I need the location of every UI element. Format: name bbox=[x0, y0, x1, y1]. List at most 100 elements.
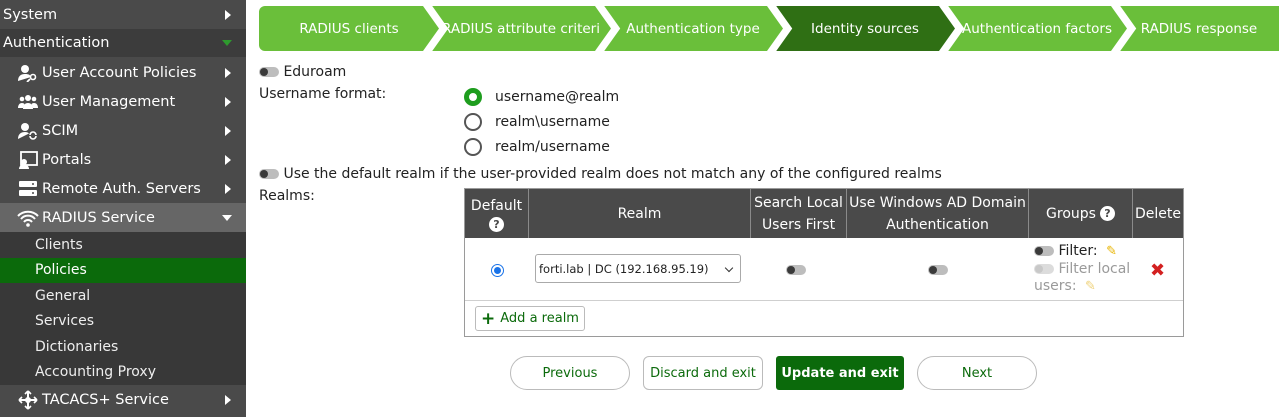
sidebar-item-radius-service[interactable]: RADIUS Service bbox=[0, 203, 246, 232]
sidebar-subitem-policies[interactable]: Policies bbox=[0, 257, 246, 283]
sidebar-subitem-services[interactable]: Services bbox=[0, 308, 246, 334]
sidebar-item-label: TACACS+ Service bbox=[42, 391, 169, 408]
wizard-step-label: Authentication type bbox=[626, 20, 760, 37]
sidebar-subitem-general[interactable]: General bbox=[0, 283, 246, 309]
column-header-label: Groups bbox=[1046, 205, 1096, 222]
update-button-label: Update and exit bbox=[781, 365, 899, 381]
sidebar-item-label: SCIM bbox=[42, 122, 79, 139]
realm-select-value: forti.lab | DC (192.168.95.19) bbox=[539, 261, 709, 276]
username-format-label: Username format: bbox=[259, 86, 387, 102]
sidebar-item-tacacs-service[interactable]: TACACS+ Service bbox=[0, 385, 246, 414]
sidebar-section-system[interactable]: System bbox=[0, 1, 246, 29]
server-icon bbox=[16, 179, 40, 199]
radio-unselected[interactable] bbox=[464, 113, 482, 131]
username-format-option-2[interactable]: realm\username bbox=[464, 113, 610, 131]
chevron-right-icon bbox=[225, 394, 231, 405]
sidebar-item-portals[interactable]: Portals bbox=[0, 145, 246, 174]
default-realm-radio[interactable] bbox=[491, 264, 504, 277]
default-realm-label: Use the default realm if the user-provid… bbox=[283, 166, 942, 182]
delete-icon[interactable]: ✖ bbox=[1150, 260, 1165, 281]
username-format-option-label: username@realm bbox=[495, 89, 620, 105]
column-header-search-local: Search Local Users First bbox=[751, 189, 847, 238]
column-header-realm: Realm bbox=[529, 189, 751, 238]
column-header-label: Search Local bbox=[754, 194, 843, 211]
eduroam-toggle[interactable] bbox=[259, 67, 279, 77]
wizard-step-label: Authentication factors bbox=[962, 20, 1112, 37]
column-header-windows-ad: Use Windows AD Domain Authentication bbox=[847, 189, 1029, 238]
sidebar-subitem-label: Policies bbox=[35, 262, 87, 279]
help-icon[interactable]: ? bbox=[489, 217, 504, 232]
chevron-right-icon bbox=[225, 125, 231, 136]
filter-line: Filter: ✎ bbox=[1034, 243, 1130, 261]
chevron-down-icon bbox=[724, 263, 734, 273]
next-button[interactable]: Next bbox=[917, 356, 1037, 390]
column-header-groups: Groups ? bbox=[1029, 189, 1133, 238]
add-realm-button[interactable]: + Add a realm bbox=[475, 306, 585, 331]
radio-unselected[interactable] bbox=[464, 138, 482, 156]
sidebar-item-user-account-policies[interactable]: User Account Policies bbox=[0, 58, 246, 87]
users-icon bbox=[16, 92, 40, 112]
discard-and-exit-button[interactable]: Discard and exit bbox=[643, 356, 763, 390]
pencil-icon[interactable]: ✎ bbox=[1106, 243, 1117, 261]
sidebar-item-label: User Management bbox=[42, 93, 176, 110]
realms-table: Default ? Realm Search Local Users First… bbox=[464, 188, 1184, 337]
wizard-step-label: RADIUS clients bbox=[299, 20, 399, 37]
chevron-right-icon bbox=[225, 67, 231, 78]
previous-button[interactable]: Previous bbox=[510, 356, 630, 390]
filter-local-line-2: users: ✎ bbox=[1034, 278, 1130, 296]
eduroam-option: Eduroam bbox=[259, 64, 346, 80]
sidebar-section-label: System bbox=[3, 7, 58, 23]
sidebar-item-remote-auth-servers[interactable]: Remote Auth. Servers bbox=[0, 174, 246, 203]
search-local-users-toggle[interactable] bbox=[786, 265, 806, 275]
username-format-option-3[interactable]: realm/username bbox=[464, 138, 610, 156]
filter-toggle[interactable] bbox=[1034, 246, 1054, 256]
user-key-icon bbox=[16, 63, 40, 83]
realm-select[interactable]: forti.lab | DC (192.168.95.19) bbox=[535, 254, 741, 283]
chevron-down-icon bbox=[222, 40, 232, 46]
filter-local-users-toggle[interactable] bbox=[1034, 263, 1054, 274]
wizard-step-authentication-type[interactable]: Authentication type bbox=[603, 6, 783, 51]
sidebar-subitem-label: Dictionaries bbox=[35, 338, 119, 355]
discard-button-label: Discard and exit bbox=[650, 365, 756, 381]
next-button-label: Next bbox=[961, 365, 993, 381]
sidebar-subitem-accounting-proxy[interactable]: Accounting Proxy bbox=[0, 359, 246, 385]
sidebar-subitem-clients[interactable]: Clients bbox=[0, 232, 246, 258]
filter-local-line: Filter local bbox=[1034, 261, 1130, 279]
default-realm-toggle[interactable] bbox=[259, 169, 279, 179]
sidebar-item-scim[interactable]: SCIM bbox=[0, 116, 246, 145]
sidebar-subitem-dictionaries[interactable]: Dictionaries bbox=[0, 334, 246, 360]
wizard-step-identity-sources[interactable]: Identity sources bbox=[775, 6, 955, 51]
column-header-delete: Delete bbox=[1133, 189, 1183, 238]
realms-label: Realms: bbox=[259, 188, 315, 204]
chevron-right-icon bbox=[225, 183, 231, 194]
sidebar-item-label: User Account Policies bbox=[42, 64, 197, 81]
sidebar-item-label: Portals bbox=[42, 151, 92, 168]
sidebar-subitem-label: General bbox=[35, 287, 91, 304]
windows-ad-auth-toggle[interactable] bbox=[928, 265, 948, 275]
wizard-step-radius-attribute-criteria[interactable]: RADIUS attribute criteri bbox=[431, 6, 611, 51]
portal-icon bbox=[16, 150, 40, 170]
username-format-option-1[interactable]: username@realm bbox=[464, 88, 619, 106]
sidebar-section-authentication[interactable]: Authentication bbox=[0, 29, 246, 57]
groups-cell: Filter: ✎ Filter local users: ✎ bbox=[1034, 243, 1130, 296]
column-header-label: Use Windows AD Domain bbox=[849, 194, 1026, 211]
update-and-exit-button[interactable]: Update and exit bbox=[776, 356, 904, 390]
chevron-right-icon bbox=[225, 96, 231, 107]
column-header-label: Users First bbox=[761, 216, 836, 233]
column-header-default: Default ? bbox=[465, 189, 529, 238]
wizard-steps: RADIUS clients RADIUS attribute criteri … bbox=[259, 6, 1279, 51]
user-sync-icon bbox=[16, 121, 40, 141]
sidebar-section-label: Authentication bbox=[3, 35, 110, 51]
wizard-step-authentication-factors[interactable]: Authentication factors bbox=[947, 6, 1127, 51]
wizard-step-label: Identity sources bbox=[811, 20, 919, 37]
radio-selected[interactable] bbox=[464, 88, 482, 106]
chevron-right-icon bbox=[225, 154, 231, 165]
sidebar-item-user-management[interactable]: User Management bbox=[0, 87, 246, 116]
wizard-step-radius-response[interactable]: RADIUS response bbox=[1119, 6, 1279, 51]
pencil-icon[interactable]: ✎ bbox=[1085, 278, 1096, 296]
column-header-label: Delete bbox=[1135, 205, 1181, 222]
help-icon[interactable]: ? bbox=[1099, 206, 1115, 221]
add-realm-label: Add a realm bbox=[500, 311, 579, 326]
plus-icon: + bbox=[481, 308, 496, 329]
wizard-step-radius-clients[interactable]: RADIUS clients bbox=[259, 6, 439, 51]
